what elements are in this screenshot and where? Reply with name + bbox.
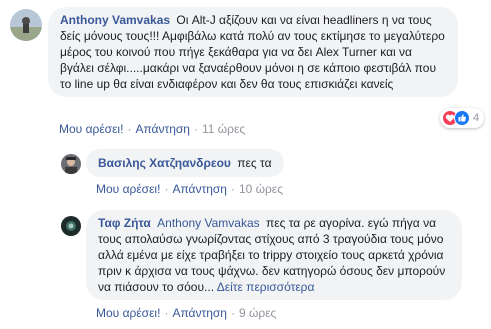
like-link[interactable]: Μου αρέσει!: [59, 122, 123, 136]
see-more-link[interactable]: Δείτε περισσότερα: [217, 280, 315, 294]
like-link[interactable]: Μου αρέσει!: [96, 306, 160, 320]
mention-link[interactable]: Anthony Vamvakas: [157, 216, 260, 230]
reaction-summary[interactable]: 4: [440, 108, 485, 128]
avatar-anthony[interactable]: [10, 9, 42, 41]
reply-link[interactable]: Απάντηση: [135, 122, 190, 136]
reply-link[interactable]: Απάντηση: [172, 182, 227, 196]
comment-text: πες τα: [237, 156, 272, 170]
comment-author[interactable]: Ταφ Ζήτα: [98, 216, 151, 230]
comment-actions: Μου αρέσει! · Απάντηση · 10 ώρες: [96, 182, 283, 196]
timestamp[interactable]: 9 ώρες: [239, 306, 276, 320]
comment-author[interactable]: Anthony Vamvakas: [60, 13, 170, 27]
avatar-vasilis[interactable]: [61, 154, 81, 174]
reaction-count: 4: [473, 112, 480, 124]
comment-bubble: Anthony Vamvakas Οι Alt-J αξίζουν και να…: [48, 7, 458, 97]
comment-author[interactable]: Βασιλης Χατζηανδρεου: [98, 156, 231, 170]
like-reaction-icon: [454, 110, 470, 126]
comment-actions: Μου αρέσει! · Απάντηση · 11 ώρες: [59, 122, 246, 136]
reply-bubble: Βασιλης Χατζηανδρεου πες τα: [86, 149, 284, 177]
avatar-taf[interactable]: [61, 216, 81, 236]
comment-actions: Μου αρέσει! · Απάντηση · 9 ώρες: [96, 306, 277, 320]
timestamp[interactable]: 10 ώρες: [239, 182, 283, 196]
reply-bubble: Ταφ Ζήτα Anthony Vamvakas πες τα ρε αγορ…: [86, 210, 462, 300]
timestamp[interactable]: 11 ώρες: [202, 122, 245, 136]
like-link[interactable]: Μου αρέσει!: [96, 182, 160, 196]
reply-link[interactable]: Απάντηση: [172, 306, 227, 320]
